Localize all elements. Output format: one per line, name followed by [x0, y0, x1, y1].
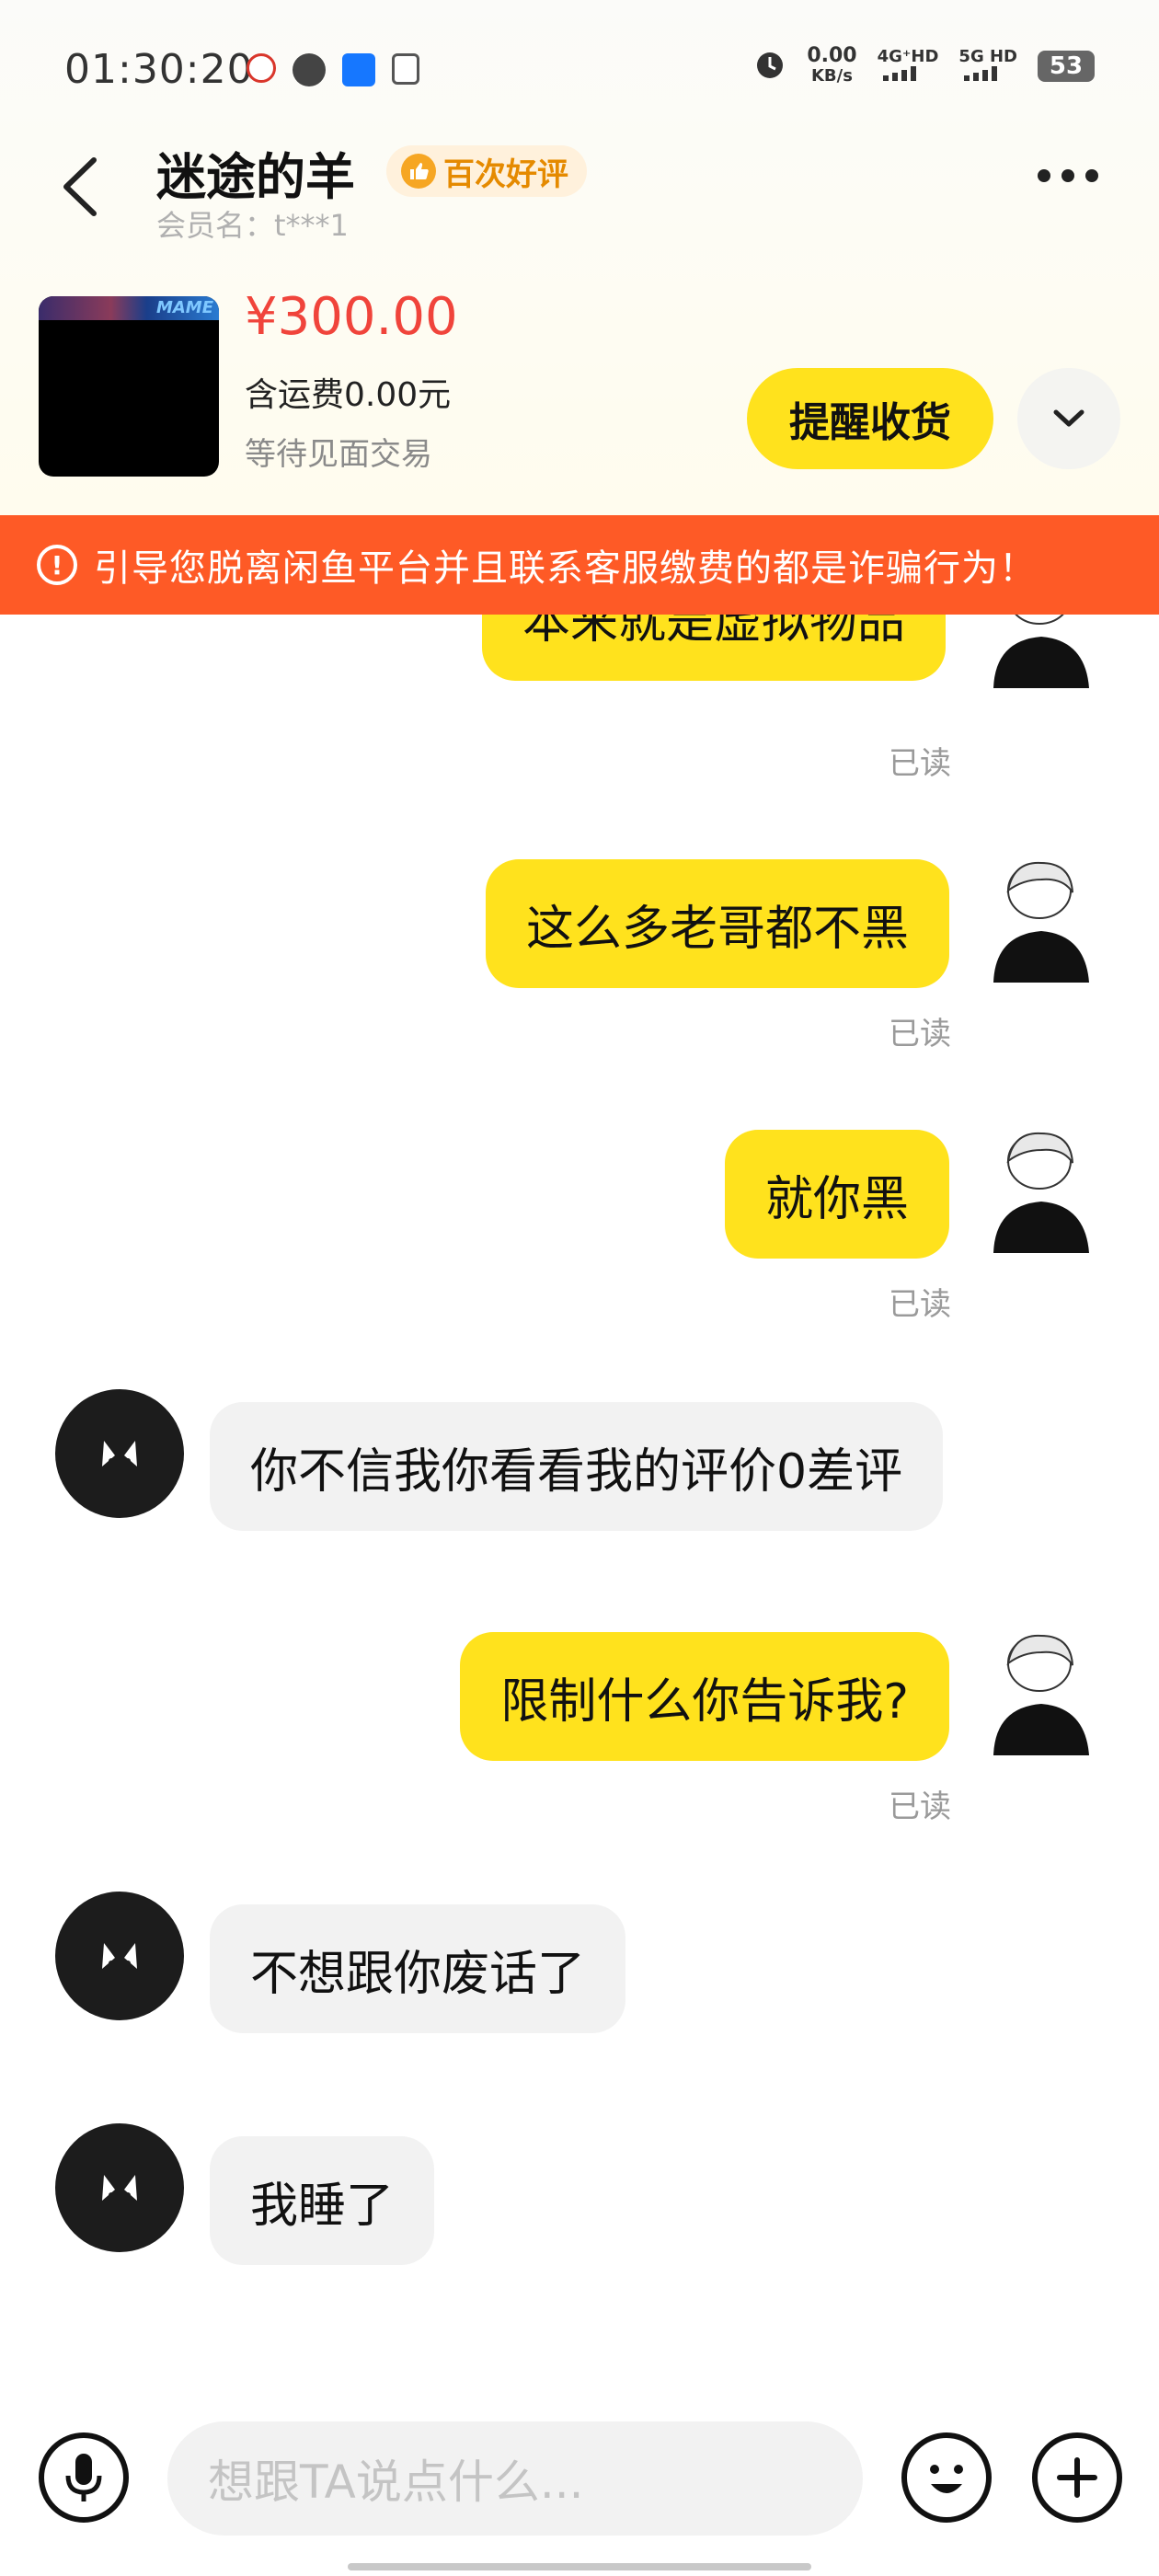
- plus-icon: [1057, 2457, 1097, 2498]
- my-avatar[interactable]: [986, 1627, 1096, 1755]
- net-speed: 0.00 KB/s: [807, 46, 856, 86]
- home-indicator[interactable]: [348, 2563, 811, 2570]
- message-bubble[interactable]: 这么多老哥都不黑: [485, 859, 949, 988]
- alipay-icon: [342, 53, 375, 86]
- read-receipt: 已读: [889, 1286, 951, 1323]
- alarm-icon: [753, 48, 786, 85]
- message-bubble[interactable]: 本来就是虚拟物品: [481, 615, 946, 681]
- signal-4g: 4G⁺HD: [877, 46, 939, 86]
- signal-bars-icon: [964, 65, 998, 81]
- seller-avatar[interactable]: [55, 2123, 184, 2252]
- battery-indicator: 53: [1038, 51, 1095, 82]
- shipping-info: 含运费0.00元: [245, 376, 452, 414]
- message-bubble[interactable]: 限制什么你告诉我?: [460, 1632, 949, 1761]
- chevron-down-icon: [1053, 409, 1084, 427]
- message-bubble[interactable]: 就你黑: [724, 1130, 949, 1259]
- dot-icon: [1038, 169, 1050, 182]
- more-options-button[interactable]: [1038, 169, 1098, 182]
- chat-bubble-icon: [293, 53, 326, 86]
- message-bubble[interactable]: 你不信我你看看我的评价0差评: [210, 1402, 944, 1531]
- my-avatar[interactable]: [986, 1124, 1096, 1253]
- cat-ears-icon: [102, 2175, 137, 2201]
- message-bubble[interactable]: 不想跟你废话了: [210, 1904, 626, 2033]
- status-bar: 01:30:20 0.00 KB/s 4G⁺HD 5G HD 53: [0, 0, 1159, 138]
- smiley-icon: [930, 2465, 963, 2493]
- signal-5g-label: 5G HD: [958, 46, 1017, 66]
- trade-status: 等待见面交易: [245, 436, 432, 473]
- cat-ears-icon: [102, 1441, 137, 1466]
- my-avatar[interactable]: [986, 615, 1096, 688]
- seller-avatar[interactable]: [55, 1892, 184, 2020]
- notification-icons: [247, 53, 419, 86]
- dot-icon: [1061, 169, 1074, 182]
- signal-bars-icon: [882, 65, 916, 81]
- thumbnail-logo-text: MAME: [155, 298, 213, 317]
- microphone-icon: [65, 2454, 102, 2501]
- add-attachment-button[interactable]: [1032, 2432, 1122, 2523]
- cat-ears-icon: [102, 1943, 137, 1969]
- member-name: 会员名：t***1: [156, 208, 349, 243]
- thumbs-up-icon: [401, 154, 436, 189]
- chat-messages[interactable]: 本来就是虚拟物品 已读 这么多老哥都不黑 已读 就你黑 已读 你不信我你看看我的…: [0, 615, 1159, 2399]
- warning-text: 引导您脱离闲鱼平台并且联系客服缴费的都是诈骗行为！: [94, 547, 1037, 590]
- emoji-button[interactable]: [901, 2432, 992, 2523]
- bank-icon: [247, 53, 276, 83]
- signal-5g: 5G HD: [958, 46, 1017, 86]
- status-right: 0.00 KB/s 4G⁺HD 5G HD 53: [753, 46, 1095, 86]
- remind-receipt-button[interactable]: 提醒收货: [747, 368, 993, 469]
- read-receipt: 已读: [889, 745, 951, 782]
- voice-button[interactable]: [39, 2432, 129, 2523]
- fraud-warning-banner: ! 引导您脱离闲鱼平台并且联系客服缴费的都是诈骗行为！: [0, 515, 1159, 615]
- product-thumbnail[interactable]: MAME: [39, 296, 219, 477]
- review-badge-label: 百次好评: [443, 155, 568, 193]
- review-badge[interactable]: 百次好评: [386, 145, 587, 197]
- document-icon: [392, 53, 419, 85]
- status-time: 01:30:20: [64, 46, 254, 93]
- net-speed-unit: KB/s: [810, 66, 853, 86]
- exclamation-icon: !: [37, 545, 77, 585]
- seller-name[interactable]: 迷途的羊: [156, 136, 355, 209]
- signal-4g-label: 4G⁺HD: [877, 46, 939, 66]
- seller-avatar[interactable]: [55, 1389, 184, 1518]
- back-button[interactable]: [53, 155, 109, 219]
- message-bubble[interactable]: 我睡了: [210, 2136, 435, 2265]
- dot-icon: [1085, 169, 1098, 182]
- read-receipt: 已读: [889, 1016, 951, 1052]
- net-speed-value: 0.00: [807, 44, 857, 67]
- my-avatar[interactable]: [986, 854, 1096, 983]
- chevron-left-icon: [63, 157, 97, 216]
- message-input[interactable]: 想跟TA说点什么...: [167, 2421, 863, 2536]
- input-bar: 想跟TA说点什么...: [0, 2392, 1159, 2576]
- product-price: ¥300.00: [245, 287, 458, 347]
- read-receipt: 已读: [889, 1788, 951, 1825]
- expand-button[interactable]: [1017, 368, 1120, 469]
